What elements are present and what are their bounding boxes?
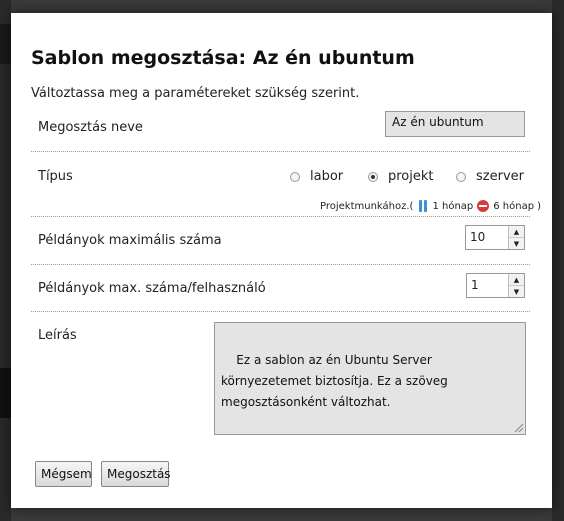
decrement-icon[interactable]: ▼ — [509, 238, 524, 249]
resize-grip-icon[interactable] — [515, 424, 523, 432]
radio-checked-icon — [368, 171, 378, 182]
share-name-input[interactable]: Az én ubuntum — [385, 111, 525, 137]
type-option-label: labor — [310, 169, 344, 184]
background-page-right — [552, 0, 564, 521]
max-per-user-label: Példányok max. száma/felhasználó — [38, 281, 266, 296]
type-option-szerver[interactable]: szerver — [456, 169, 524, 184]
separator — [31, 216, 530, 217]
hint-prefix: Projektmunkához.( — [320, 200, 414, 212]
description-text: Ez a sablon az én Ubuntu Server környeze… — [221, 353, 452, 409]
radio-unchecked-icon — [290, 171, 300, 182]
background-page-left — [0, 0, 11, 521]
cancel-button[interactable]: Mégsem — [35, 461, 92, 487]
hint-suffix: ) — [537, 200, 541, 212]
hint-red-text: 6 hónap — [493, 200, 535, 212]
pause-icon — [419, 200, 428, 212]
max-per-user-value[interactable]: 1 — [467, 274, 508, 297]
hint-blue-text: 1 hónap — [432, 200, 474, 212]
share-button[interactable]: Megosztás — [101, 461, 171, 487]
separator — [31, 311, 530, 312]
type-option-labor[interactable]: labor — [290, 169, 343, 184]
max-instances-label: Példányok maximális száma — [38, 233, 222, 248]
stop-icon — [477, 200, 490, 212]
background-dark-band-top — [0, 24, 11, 64]
max-per-user-stepper[interactable]: 1 ▲ ▼ — [466, 273, 525, 298]
background-dark-band — [0, 368, 11, 418]
type-option-projekt[interactable]: projekt — [368, 169, 434, 184]
description-label: Leírás — [38, 328, 77, 343]
type-option-label: szerver — [476, 169, 524, 184]
radio-unchecked-icon — [456, 171, 466, 182]
separator — [31, 264, 530, 265]
type-hint: Projektmunkához.( 1 hónap 6 hónap ) — [320, 200, 541, 212]
dialog-subtitle: Változtassa meg a paramétereket szükség … — [31, 86, 360, 101]
description-textarea[interactable]: Ez a sablon az én Ubuntu Server környeze… — [214, 322, 526, 435]
decrement-icon[interactable]: ▼ — [509, 286, 524, 297]
max-instances-value[interactable]: 10 — [466, 226, 508, 249]
increment-icon[interactable]: ▲ — [509, 226, 524, 238]
type-option-label: projekt — [388, 169, 434, 184]
share-name-label: Megosztás neve — [38, 120, 143, 135]
type-label: Típus — [38, 169, 73, 184]
increment-icon[interactable]: ▲ — [509, 274, 524, 286]
separator — [31, 151, 530, 152]
max-instances-stepper[interactable]: 10 ▲ ▼ — [465, 225, 525, 250]
share-template-dialog: Sablon megosztása: Az én ubuntum Változt… — [11, 13, 552, 508]
dialog-title: Sablon megosztása: Az én ubuntum — [31, 47, 415, 69]
